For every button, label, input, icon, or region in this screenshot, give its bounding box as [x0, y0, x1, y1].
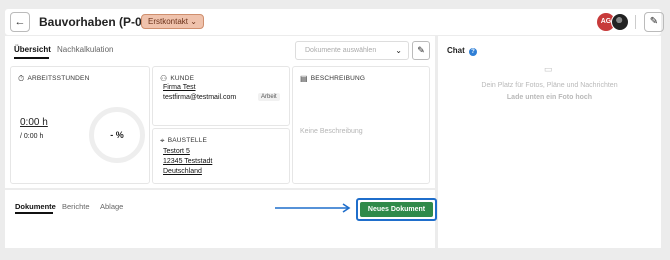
- tab-nachkalkulation[interactable]: Nachkalkulation: [57, 45, 113, 54]
- person-icon: ⚇: [160, 74, 168, 83]
- customer-name[interactable]: Firma Test: [163, 84, 196, 91]
- documents-select[interactable]: Dokumente auswählen ⌄: [295, 41, 409, 60]
- customer-card: ⚇ KUNDE Firma Test testfirma@testmail.com…: [152, 66, 290, 126]
- stopwatch-icon: ⏱: [18, 74, 25, 83]
- tab-underline: [15, 212, 53, 214]
- status-badge[interactable]: Erstkontakt ⌄: [141, 14, 204, 29]
- edit-button[interactable]: ✎: [644, 12, 664, 32]
- description-card: ▤ BESCHREIBUNG Keine Beschreibung: [292, 66, 430, 184]
- tab-dokumente[interactable]: Dokumente: [15, 202, 56, 211]
- overview-panel: Übersicht Nachkalkulation Dokumente ausw…: [5, 36, 435, 188]
- divider: [635, 15, 636, 29]
- chevron-down-icon: ⌄: [395, 46, 402, 55]
- avatar-photo[interactable]: [611, 13, 629, 31]
- work-hours-actual: 0:00 h: [20, 117, 48, 128]
- edit-documents-button[interactable]: ✎: [412, 41, 430, 60]
- work-hours-card: ⏱ ARBEITSSTUNDEN 0:00 h / 0:00 h - %: [10, 66, 150, 184]
- tab-underline: [14, 57, 49, 59]
- arrow-right-icon: [275, 203, 351, 213]
- documents-panel: Dokumente Berichte Ablage Neues Dokument: [5, 190, 437, 248]
- documents-select-placeholder: Dokumente auswählen: [305, 47, 377, 54]
- pencil-icon: ✎: [417, 45, 425, 55]
- tab-ablage[interactable]: Ablage: [100, 202, 123, 211]
- site-street[interactable]: Testort 5: [163, 148, 190, 155]
- description-heading: ▤ BESCHREIBUNG: [300, 74, 366, 83]
- arrow-left-icon: ←: [14, 16, 26, 28]
- top-bar: ← Bauvorhaben (P-00121) Erstkontakt ⌄ AG…: [5, 9, 664, 35]
- work-hours-gauge: - %: [89, 107, 145, 163]
- chat-empty-hint: Lade unten ein Foto hoch: [506, 94, 593, 101]
- description-empty: Keine Beschreibung: [300, 128, 363, 135]
- chat-title: Chat ?: [447, 46, 478, 56]
- site-heading: ⌖ BAUSTELLE: [160, 136, 208, 145]
- new-document-highlight: Neues Dokument: [356, 198, 437, 221]
- tab-berichte[interactable]: Berichte: [62, 202, 90, 211]
- new-document-button[interactable]: Neues Dokument: [360, 202, 433, 217]
- work-hours-heading: ⏱ ARBEITSSTUNDEN: [18, 74, 90, 83]
- chat-empty-text: Dein Platz für Fotos, Pläne und Nachrich…: [481, 82, 618, 89]
- chat-panel: Chat ? ▭ Dein Platz für Fotos, Pläne und…: [438, 36, 661, 248]
- pencil-icon: ✎: [649, 16, 659, 27]
- help-icon[interactable]: ?: [469, 48, 478, 56]
- email-type-badge: Arbeit: [258, 93, 280, 101]
- chat-bubble-icon: ▭: [544, 64, 553, 74]
- customer-heading: ⚇ KUNDE: [160, 74, 195, 83]
- customer-email[interactable]: testfirma@testmail.com: [163, 94, 236, 101]
- tab-uebersicht[interactable]: Übersicht: [14, 45, 51, 54]
- work-hours-planned: / 0:00 h: [20, 133, 44, 140]
- site-card: ⌖ BAUSTELLE Testort 5 12345 Teststadt Deu…: [152, 128, 290, 184]
- back-button[interactable]: ←: [10, 12, 30, 32]
- location-pin-icon: ⌖: [160, 136, 165, 145]
- site-city[interactable]: 12345 Teststadt: [163, 158, 212, 165]
- site-country[interactable]: Deutschland: [163, 168, 202, 175]
- comment-icon: ▤: [300, 74, 308, 83]
